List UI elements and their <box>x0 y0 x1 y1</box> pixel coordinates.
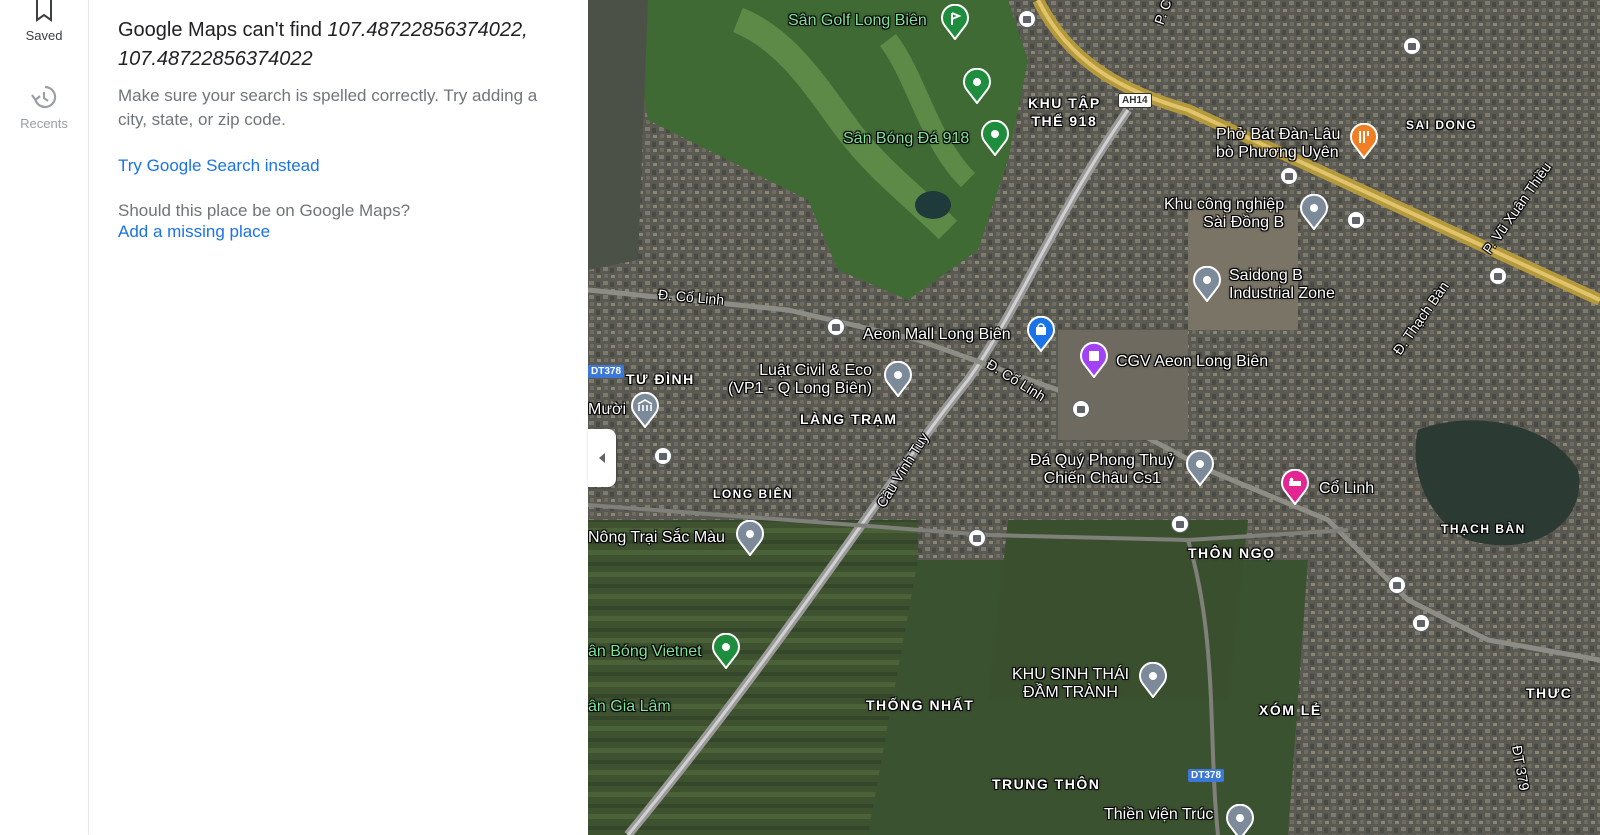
place-label-cgv[interactable]: CGV Aeon Long Biên <box>1116 353 1268 371</box>
spelling-hint: Make sure your search is spelled correct… <box>118 86 538 129</box>
history-icon <box>31 85 57 109</box>
bus-stop-icon[interactable] <box>1388 576 1406 594</box>
add-missing-place-link[interactable]: Add a missing place <box>118 222 270 242</box>
bus-stop-icon[interactable] <box>1489 267 1507 285</box>
place-label-pho[interactable]: Phở Bát Đàn-Lâu bò Phương Uyên <box>1216 126 1340 162</box>
road-badge-dt378-west: DT378 <box>588 365 625 378</box>
nav-rail: Saved Recents <box>0 0 89 835</box>
hotel-pin-icon[interactable] <box>1280 469 1310 505</box>
bus-stop-icon[interactable] <box>1280 167 1298 185</box>
bus-stop-icon[interactable] <box>1403 37 1421 55</box>
bus-stop-icon[interactable] <box>1018 10 1036 28</box>
title-prefix: Google Maps can't find <box>118 19 328 41</box>
search-results-panel: Google Maps can't find 107.4872285637402… <box>89 0 588 835</box>
football-pin-icon[interactable] <box>980 120 1010 156</box>
bookmark-icon <box>36 0 52 22</box>
bus-stop-icon[interactable] <box>654 447 672 465</box>
temple-pin-icon[interactable] <box>1225 804 1255 835</box>
chevron-left-icon <box>599 453 605 463</box>
recents-nav-item[interactable]: Recents <box>0 84 88 131</box>
area-label-thon-ngo: THÔN NGỌ <box>1188 545 1276 561</box>
not-found-title: Google Maps can't find 107.4872285637402… <box>118 16 558 74</box>
farm-pin-icon[interactable] <box>735 520 765 556</box>
place-label-gia-lam[interactable]: ân Gia Lâm <box>588 698 671 716</box>
saved-nav-item[interactable]: Saved <box>0 0 88 43</box>
road-badge-ah14: AH14 <box>1118 93 1152 108</box>
restaurant-pin-icon[interactable] <box>1349 123 1379 159</box>
football-vietnet-pin-icon[interactable] <box>711 633 741 669</box>
museum-pin-icon[interactable] <box>630 392 660 428</box>
collapse-panel-button[interactable] <box>588 429 616 487</box>
area-text: KHU TẬP THỂ 918 <box>1028 95 1101 129</box>
bus-stop-icon[interactable] <box>1072 400 1090 418</box>
area-label-long-bien: LONG BIÊN <box>713 487 794 501</box>
place-label-muoi[interactable]: Mười <box>588 401 626 419</box>
saved-label: Saved <box>25 28 63 43</box>
eco-park-pin-icon[interactable] <box>1138 662 1168 698</box>
area-label-trung-thon: TRUNG THÔN <box>992 776 1101 792</box>
industrial-zone-pin-icon[interactable] <box>1192 266 1222 302</box>
area-label-sai-dong: SAI DONG <box>1406 118 1478 132</box>
place-label-da-quy[interactable]: Đá Quý Phong Thuỷ Chiến Châu Cs1 <box>1030 452 1175 488</box>
place-label-luat[interactable]: Luật Civil & Eco (VP1 - Q Long Biên) <box>728 362 872 398</box>
bus-stop-icon[interactable] <box>1171 515 1189 533</box>
green-place-pin-icon[interactable] <box>962 68 992 104</box>
place-label-thien-vien[interactable]: Thiền viện Trúc <box>1104 806 1213 824</box>
road-badge-dt378-south: DT378 <box>1188 769 1225 782</box>
place-label-co-linh-hotel[interactable]: Cổ Linh <box>1319 480 1374 498</box>
place-label-saidong-b[interactable]: Saidong B Industrial Zone <box>1229 267 1335 303</box>
industrial-pin-icon[interactable] <box>1299 194 1329 230</box>
place-label-khu-cong-nghiep[interactable]: Khu công nghiệp Sài Đồng B <box>1164 196 1284 232</box>
shopping-pin-icon[interactable] <box>1026 316 1056 352</box>
bus-stop-icon[interactable] <box>1347 211 1365 229</box>
office-pin-icon[interactable] <box>883 361 913 397</box>
cinema-pin-icon[interactable] <box>1079 342 1109 378</box>
bus-stop-icon[interactable] <box>968 529 986 547</box>
area-label-thong-nhat: THỐNG NHẤT <box>866 697 975 713</box>
place-label-nong-trai[interactable]: Nông Trại Sắc Màu <box>588 529 725 547</box>
missing-place-question: Should this place be on Google Maps? <box>118 201 411 220</box>
place-label-football-918[interactable]: Sân Bóng Đá 918 <box>843 130 969 148</box>
google-search-link[interactable]: Try Google Search instead <box>118 156 320 176</box>
area-label-khu-tap-the: KHU TẬP THỂ 918 <box>1028 94 1101 130</box>
area-label-xom-le: XÓM LẺ <box>1259 702 1322 718</box>
place-label-golf[interactable]: Sân Golf Long Biên <box>788 12 927 30</box>
bus-stop-icon[interactable] <box>1412 614 1430 632</box>
place-label-bong-vietnet[interactable]: ân Bóng Vietnet <box>588 643 702 661</box>
area-label-thach-ban: THẠCH BÀN <box>1441 522 1526 536</box>
area-label-tu-dinh: TƯ ĐÌNH <box>626 371 695 387</box>
area-label-thuc: THƯC <box>1526 685 1573 701</box>
shop-pin-icon[interactable] <box>1185 450 1215 486</box>
place-label-sinh-thai[interactable]: KHU SINH THÁI ĐẦM TRÀNH <box>1012 666 1129 702</box>
satellite-map[interactable]: KHU TẬP THỂ 918 SAI DONG TƯ ĐÌNH LÀNG TR… <box>588 0 1600 835</box>
recents-label: Recents <box>20 116 68 131</box>
bus-stop-icon[interactable] <box>827 318 845 336</box>
golf-pin-icon[interactable] <box>940 4 970 40</box>
area-label-lang-tram: LÀNG TRẠM <box>800 411 898 427</box>
place-label-aeon-mall[interactable]: Aeon Mall Long Biên <box>863 326 1011 344</box>
